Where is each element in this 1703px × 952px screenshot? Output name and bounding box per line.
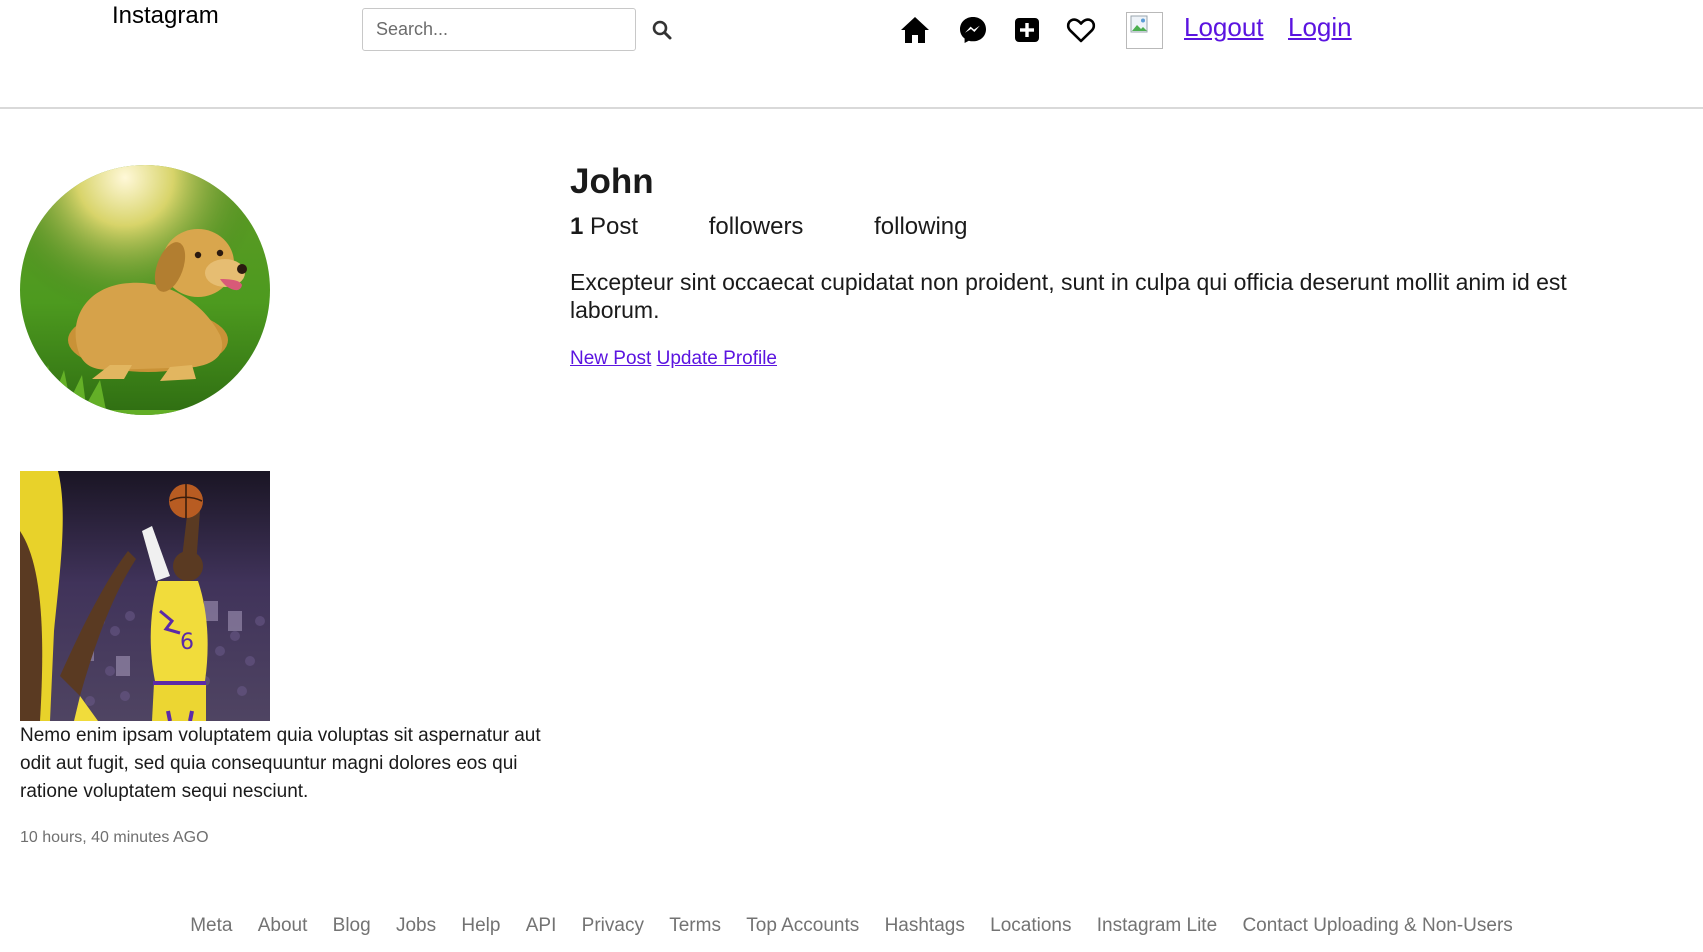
- new-post-icon[interactable]: [1011, 14, 1043, 46]
- profile-bio: Excepteur sint occaecat cupidatat non pr…: [570, 269, 1567, 323]
- posts-stat: 1 Post: [570, 213, 638, 241]
- messenger-icon[interactable]: [957, 14, 989, 46]
- footer-link-privacy[interactable]: Privacy: [582, 915, 644, 936]
- footer-link-jobs[interactable]: Jobs: [396, 915, 436, 936]
- footer-link-locations[interactable]: Locations: [990, 915, 1071, 936]
- post-caption: Nemo enim ipsam voluptatem quia voluptas…: [20, 725, 541, 802]
- followers-stat[interactable]: followers: [709, 213, 804, 241]
- footer-link-meta[interactable]: Meta: [190, 915, 232, 936]
- home-icon[interactable]: [899, 14, 931, 46]
- profile-stats: 1 Post followers following: [570, 213, 1032, 241]
- brand-logo[interactable]: Instagram: [112, 2, 219, 30]
- post-image[interactable]: 6: [20, 471, 270, 721]
- footer-links: Meta About Blog Jobs Help API Privacy Te…: [0, 915, 1703, 937]
- profile-actions: New Post Update Profile: [570, 348, 777, 370]
- footer-link-hashtags[interactable]: Hashtags: [885, 915, 965, 936]
- heart-icon[interactable]: [1065, 14, 1097, 46]
- login-link[interactable]: Login: [1288, 12, 1352, 43]
- footer-link-blog[interactable]: Blog: [333, 915, 371, 936]
- footer-link-terms[interactable]: Terms: [669, 915, 721, 936]
- top-nav-bar: Instagram Search... Logout Login: [0, 0, 1703, 109]
- user-avatar[interactable]: [1126, 12, 1163, 49]
- footer-link-contact-uploading[interactable]: Contact Uploading & Non-Users: [1242, 915, 1512, 936]
- footer-link-help[interactable]: Help: [461, 915, 500, 936]
- update-profile-link[interactable]: Update Profile: [657, 348, 777, 369]
- following-stat[interactable]: following: [874, 213, 967, 241]
- footer-link-api[interactable]: API: [526, 915, 557, 936]
- profile-username: John: [570, 162, 654, 201]
- search-input[interactable]: [362, 8, 636, 51]
- search-icon[interactable]: [650, 18, 674, 42]
- logout-link[interactable]: Logout: [1184, 12, 1264, 43]
- posts-count: 1: [570, 213, 584, 240]
- footer-link-top-accounts[interactable]: Top Accounts: [746, 915, 859, 936]
- new-post-link[interactable]: New Post: [570, 348, 651, 369]
- profile-picture: [20, 165, 270, 415]
- footer-link-about[interactable]: About: [258, 915, 308, 936]
- svg-text:6: 6: [180, 630, 194, 655]
- post-timestamp: 10 hours, 40 minutes AGO: [20, 829, 209, 846]
- posts-label: Post: [590, 213, 639, 240]
- broken-image-icon: [1130, 15, 1148, 33]
- footer-link-instagram-lite[interactable]: Instagram Lite: [1097, 915, 1217, 936]
